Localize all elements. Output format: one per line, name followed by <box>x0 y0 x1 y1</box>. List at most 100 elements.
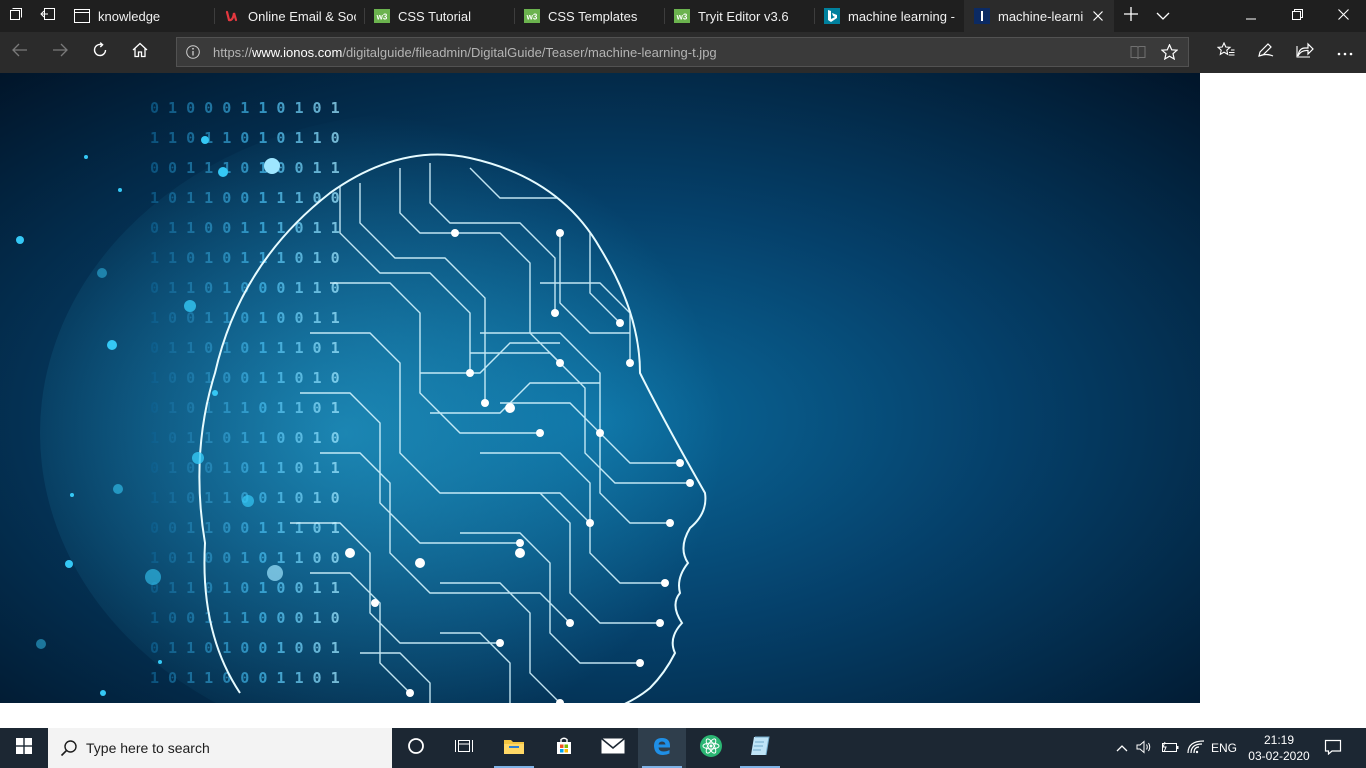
browser-tab-strip: knowledge Online Email & Soc w3 CSS Tuto… <box>0 0 1366 32</box>
more-dots-icon <box>1337 43 1353 61</box>
arrow-right-icon <box>52 43 68 62</box>
clock-time: 21:19 <box>1263 733 1295 747</box>
tab-label: Online Email & Soc <box>248 8 356 24</box>
svg-text:1 0 0 1 1 0 1 0 0 1 1: 1 0 0 1 1 0 1 0 0 1 1 <box>150 309 340 327</box>
file-explorer-icon <box>503 737 525 760</box>
tab-machine-learning-bing[interactable]: machine learning - <box>814 0 964 32</box>
svg-text:w3: w3 <box>526 13 538 22</box>
battery-button[interactable] <box>1158 728 1182 768</box>
arrow-left-icon <box>12 43 28 62</box>
svg-text:0 1 0 0 1 0 1 1 0 1 1: 0 1 0 0 1 0 1 1 0 1 1 <box>150 459 340 477</box>
svg-text:0 1 1 0 1 0 1 0 0 1 1: 0 1 1 0 1 0 1 0 0 1 1 <box>150 579 340 597</box>
new-tab-button[interactable] <box>1115 0 1147 32</box>
tab-label: CSS Tutorial <box>398 8 471 24</box>
svg-text:1 0 1 1 0 1 1 0 0 1 0: 1 0 1 1 0 1 1 0 0 1 0 <box>150 429 340 447</box>
tab-online-email[interactable]: Online Email & Soc <box>214 0 364 32</box>
home-icon <box>132 42 148 63</box>
tab-css-templates[interactable]: w3 CSS Templates <box>514 0 664 32</box>
restore-icon <box>1291 7 1303 25</box>
close-tab-icon[interactable] <box>1090 8 1106 24</box>
notes-icon <box>749 735 771 762</box>
notes-button[interactable] <box>736 728 784 768</box>
address-bar[interactable]: https://www.ionos.com/digitalguide/filea… <box>176 37 1189 67</box>
volume-button[interactable] <box>1134 728 1156 768</box>
notification-icon <box>1324 739 1342 758</box>
minimize-button[interactable] <box>1228 0 1274 32</box>
plus-icon <box>1124 6 1138 26</box>
refresh-button[interactable] <box>84 36 116 68</box>
show-hidden-icons-button[interactable] <box>1112 728 1132 768</box>
svg-text:0 1 1 0 1 0 1 1 1 0 1: 0 1 1 0 1 0 1 1 1 0 1 <box>150 339 340 357</box>
tab-css-tutorial[interactable]: w3 CSS Tutorial <box>364 0 514 32</box>
minimize-icon <box>1246 7 1256 25</box>
task-view-button[interactable] <box>440 728 488 768</box>
set-aside-icon <box>40 7 56 26</box>
svg-text:1 0 1 0 0 1 0 1 1 0 0: 1 0 1 0 0 1 0 1 1 0 0 <box>150 549 340 567</box>
tab-label: Tryit Editor v3.6 <box>698 8 789 24</box>
clock-date: 03-02-2020 <box>1248 749 1310 763</box>
tab-label: machine-learni <box>998 8 1084 24</box>
set-tabs-aside-button[interactable] <box>32 0 64 32</box>
w3schools-icon: w3 <box>674 8 690 24</box>
home-button[interactable] <box>124 36 156 68</box>
clock[interactable]: 21:19 03-02-2020 <box>1240 728 1318 768</box>
start-button[interactable] <box>0 728 48 768</box>
tab-knowledge[interactable]: knowledge <box>64 0 214 32</box>
tab-tryit-editor[interactable]: w3 Tryit Editor v3.6 <box>664 0 814 32</box>
settings-more-button[interactable] <box>1329 36 1361 68</box>
favorites-hub-button[interactable] <box>1210 36 1242 68</box>
store-icon <box>554 736 574 761</box>
web-note-button[interactable] <box>1250 36 1282 68</box>
svg-text:0 1 1 0 1 0 0 1 0 0 1: 0 1 1 0 1 0 0 1 0 0 1 <box>150 639 340 657</box>
page-icon <box>74 8 90 24</box>
taskbar-search-box[interactable]: Type here to search <box>48 728 392 768</box>
url-scheme: https:// <box>213 45 253 60</box>
svg-text:1 0 1 1 0 0 1 1 1 0 0: 1 0 1 1 0 0 1 1 1 0 0 <box>150 189 340 207</box>
file-explorer-button[interactable] <box>490 728 538 768</box>
star-icon[interactable] <box>1160 43 1179 65</box>
svg-text:w3: w3 <box>376 13 388 22</box>
input-language-button[interactable]: ENG <box>1208 728 1240 768</box>
edge-button[interactable] <box>638 728 686 768</box>
svg-text:1 1 0 1 0 1 1 1 0 1 0: 1 1 0 1 0 1 1 1 0 1 0 <box>150 249 340 267</box>
u-logo-icon <box>224 8 240 24</box>
back-button[interactable] <box>4 36 36 68</box>
info-icon[interactable] <box>186 45 200 64</box>
cortana-icon <box>407 737 425 760</box>
url-text[interactable]: https://www.ionos.com/digitalguide/filea… <box>213 45 717 60</box>
atom-icon <box>699 734 723 763</box>
search-icon <box>60 739 78 757</box>
url-path: /digitalguide/fileadmin/DigitalGuide/Tea… <box>342 45 717 60</box>
tab-actions-icon <box>9 7 23 26</box>
mail-button[interactable] <box>589 728 637 768</box>
svg-text:w3: w3 <box>676 13 688 22</box>
svg-text:1 1 0 1 1 0 1 0 1 1 0: 1 1 0 1 1 0 1 0 1 1 0 <box>150 129 340 147</box>
wifi-icon <box>1187 739 1205 757</box>
cortana-button[interactable] <box>392 728 440 768</box>
share-icon <box>1296 42 1314 63</box>
svg-text:1 0 1 1 0 0 0 1 1 0 1: 1 0 1 1 0 0 0 1 1 0 1 <box>150 669 340 687</box>
w3schools-icon: w3 <box>374 8 390 24</box>
search-placeholder: Type here to search <box>86 740 210 756</box>
tab-machine-learning-image[interactable]: machine-learni <box>964 0 1114 32</box>
w3schools-icon: w3 <box>524 8 540 24</box>
ai-circuit-head-image: 0 1 0 0 0 1 1 0 1 0 1 1 1 0 1 1 0 1 0 1 … <box>0 73 1200 703</box>
atom-button[interactable] <box>687 728 735 768</box>
edge-icon <box>651 735 673 762</box>
store-button[interactable] <box>540 728 588 768</box>
close-window-button[interactable] <box>1320 0 1366 32</box>
share-button[interactable] <box>1289 36 1321 68</box>
restore-button[interactable] <box>1274 0 1320 32</box>
network-button[interactable] <box>1184 728 1208 768</box>
action-center-button[interactable] <box>1318 728 1348 768</box>
tab-actions-button[interactable] <box>0 0 32 32</box>
ionos-icon <box>974 8 990 24</box>
reading-view-icon[interactable] <box>1130 45 1146 65</box>
svg-text:0 1 0 1 1 1 0 1 1 0 1: 0 1 0 1 1 1 0 1 1 0 1 <box>150 399 340 417</box>
favorites-icon <box>1216 41 1235 63</box>
tab-preview-button[interactable] <box>1147 0 1179 32</box>
svg-text:0 1 1 0 0 1 1 1 0 1 1: 0 1 1 0 0 1 1 1 0 1 1 <box>150 219 340 237</box>
forward-button[interactable] <box>44 36 76 68</box>
chevron-down-icon <box>1156 7 1170 25</box>
bing-icon <box>824 8 840 24</box>
